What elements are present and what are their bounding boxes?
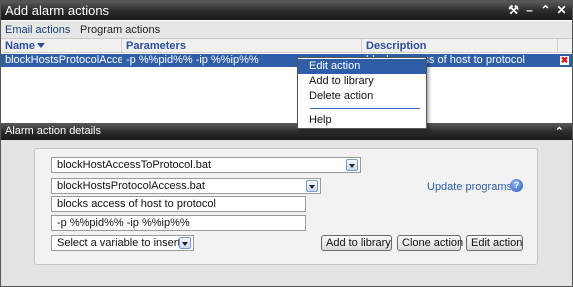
menu-item-add-to-library[interactable]: Add to library	[298, 74, 426, 89]
details-body: blockHostAccessToProtocol.bat blockHosts…	[1, 140, 572, 286]
minimize-icon[interactable]: –	[523, 3, 536, 17]
menu-item-delete-action[interactable]: Delete action	[298, 89, 426, 104]
column-header-description[interactable]: Description	[362, 39, 558, 53]
table-row[interactable]: blockHostsProtocolAccess. -p %%pid%% -ip…	[1, 54, 572, 67]
sort-descending-icon	[36, 43, 45, 48]
collapse-details-icon[interactable]: ⌃	[555, 125, 564, 138]
delete-row-icon[interactable]: ✖	[560, 56, 569, 65]
update-programs-link[interactable]: Update programs	[427, 181, 512, 193]
variable-select-value: Select a variable to insert	[57, 237, 181, 249]
program-select-value: blockHostAccessToProtocol.bat	[57, 159, 212, 171]
clone-action-button[interactable]: Clone action	[397, 235, 463, 251]
row-name-cell: blockHostsProtocolAccess.	[5, 54, 122, 66]
action-select-value: blockHostsProtocolAccess.bat	[57, 180, 205, 192]
window-title: Add alarm actions	[5, 3, 110, 18]
menu-separator	[310, 108, 420, 109]
actions-grid: Name Parameters Description blockHostsPr…	[1, 39, 572, 123]
edit-action-button[interactable]: Edit action	[466, 235, 523, 251]
add-to-library-button[interactable]: Add to library	[321, 235, 392, 251]
grid-header: Name Parameters Description	[1, 39, 572, 53]
description-field[interactable]: blocks access of host to protocol	[51, 196, 306, 212]
parameters-field[interactable]: -p %%pid%% -ip %%ip%%	[51, 215, 306, 231]
column-header-parameters[interactable]: Parameters	[122, 39, 362, 53]
tab-program-actions[interactable]: Program actions	[80, 24, 160, 36]
program-select[interactable]: blockHostAccessToProtocol.bat	[51, 157, 361, 173]
chevron-down-icon[interactable]	[306, 180, 318, 192]
details-title-bar: Alarm action details ⌃	[1, 123, 572, 140]
close-icon[interactable]: ✕	[555, 3, 568, 17]
collapse-icon[interactable]: ⌃	[539, 3, 552, 17]
details-panel: blockHostAccessToProtocol.bat blockHosts…	[34, 148, 538, 265]
action-tabs: Email actions Program actions	[1, 21, 572, 39]
chevron-down-icon[interactable]	[179, 237, 191, 249]
column-header-name[interactable]: Name	[1, 39, 122, 53]
help-icon[interactable]: ?	[510, 179, 523, 192]
chevron-down-icon[interactable]	[346, 159, 358, 171]
tab-email-actions[interactable]: Email actions	[5, 24, 70, 36]
menu-item-help[interactable]: Help	[298, 113, 426, 128]
add-alarm-actions-window: Add alarm actions ⚒ – ⌃ ✕ Email actions …	[0, 0, 573, 287]
variable-select[interactable]: Select a variable to insert	[51, 235, 194, 251]
action-select[interactable]: blockHostsProtocolAccess.bat	[51, 178, 321, 194]
tools-icon[interactable]: ⚒	[507, 3, 520, 17]
context-menu: Edit action Add to library Delete action…	[297, 57, 427, 129]
column-header-name-label: Name	[5, 40, 35, 52]
title-bar-icons: ⚒ – ⌃ ✕	[507, 3, 568, 17]
details-title: Alarm action details	[5, 125, 101, 137]
title-bar: Add alarm actions ⚒ – ⌃ ✕	[1, 1, 572, 20]
menu-item-edit-action[interactable]: Edit action	[298, 59, 426, 74]
